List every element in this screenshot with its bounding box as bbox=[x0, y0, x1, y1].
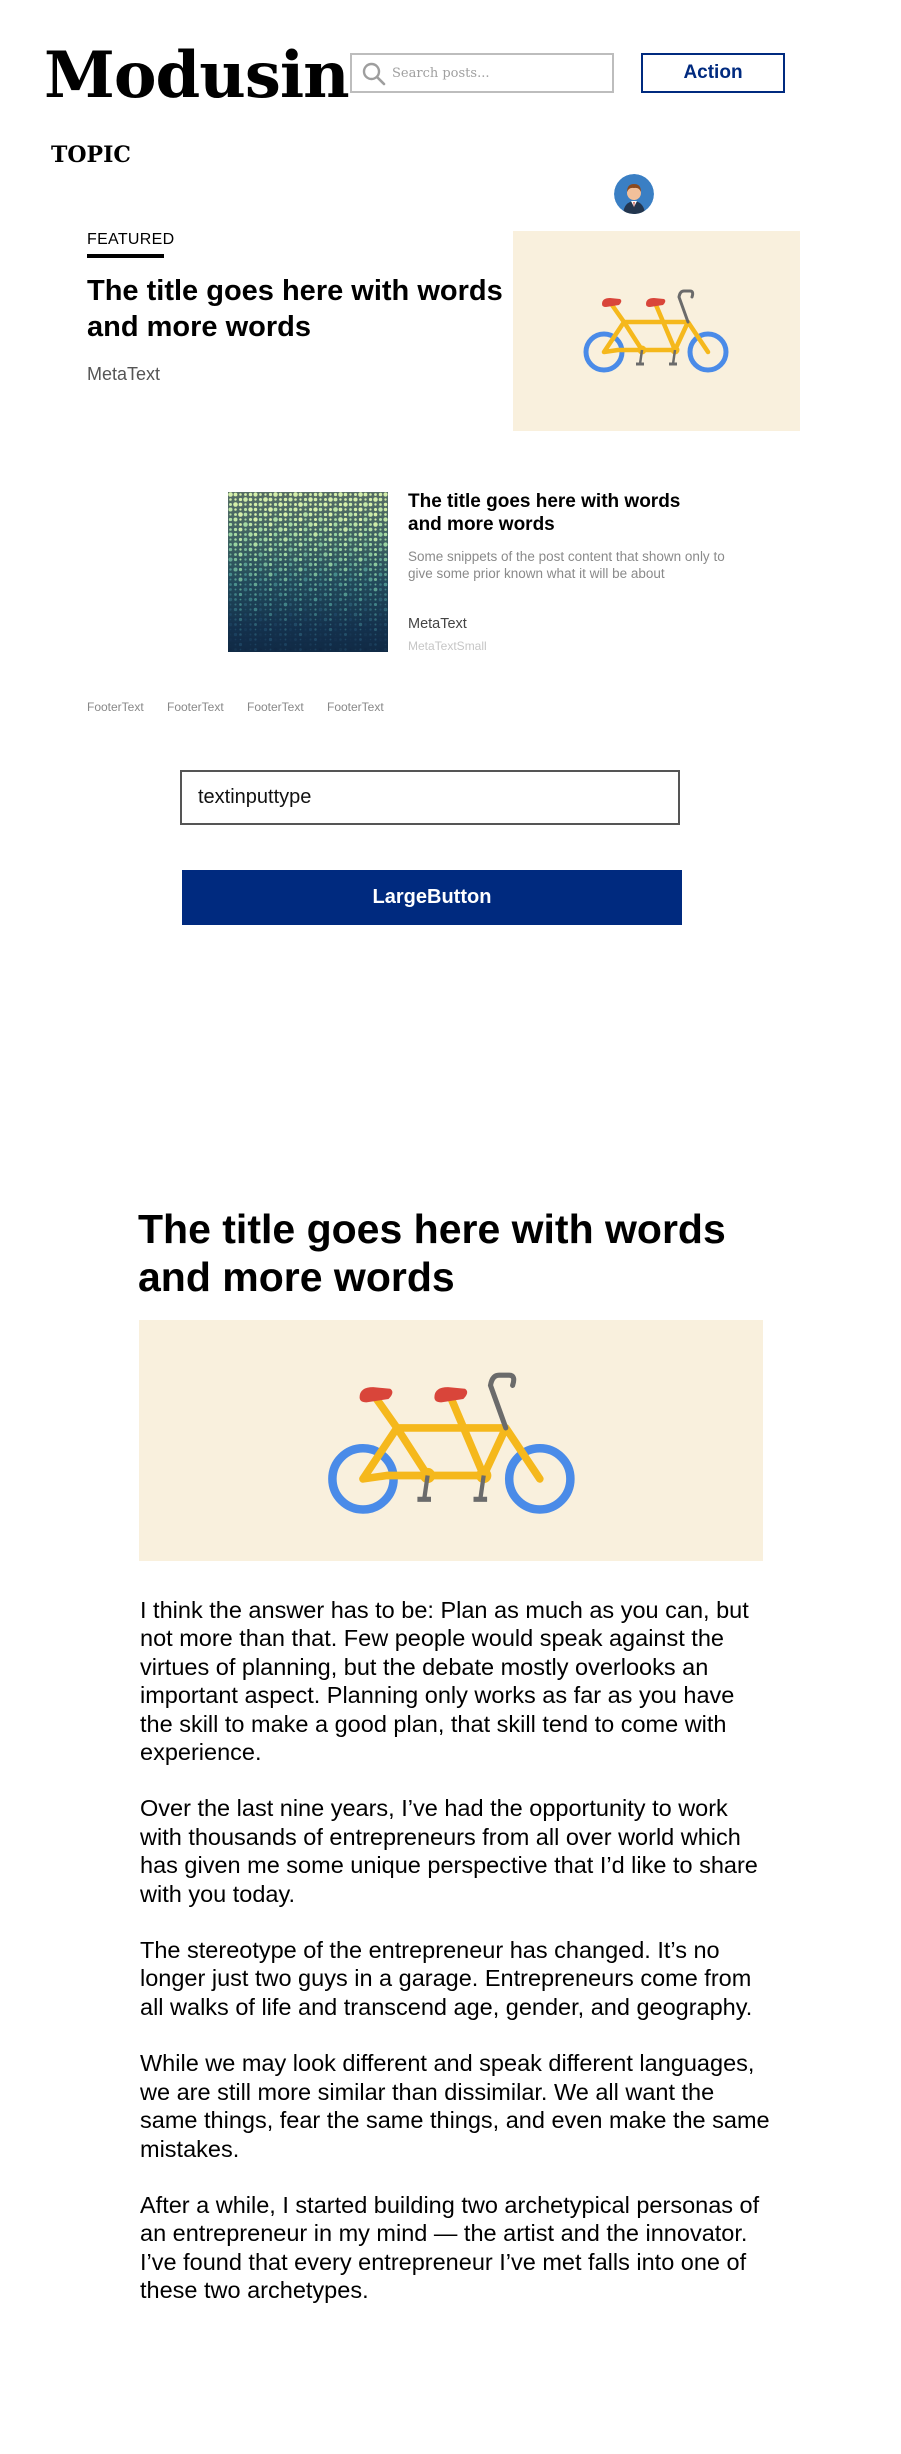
dot-gradient-thumbnail bbox=[228, 492, 388, 652]
text-input[interactable] bbox=[180, 770, 680, 825]
footer-link[interactable]: FooterText bbox=[327, 700, 384, 715]
footer-link[interactable]: FooterText bbox=[87, 700, 144, 715]
article-paragraph: Over the last nine years, I’ve had the o… bbox=[140, 1795, 758, 1907]
featured-meta: MetaText bbox=[87, 364, 161, 384]
footer-link[interactable]: FooterText bbox=[247, 700, 304, 715]
avatar[interactable] bbox=[614, 174, 654, 214]
article-paragraph: I think the answer has to be: Plan as mu… bbox=[140, 1597, 749, 1766]
article-paragraph: After a while, I started building two ar… bbox=[140, 2191, 760, 2304]
card-meta: MetaText bbox=[408, 616, 467, 632]
featured-image[interactable] bbox=[513, 231, 800, 431]
card-thumbnail[interactable] bbox=[228, 492, 388, 652]
action-button[interactable]: Action bbox=[641, 53, 785, 93]
featured-title[interactable]: The title goes here with words and more … bbox=[87, 273, 507, 345]
article-hero-image bbox=[139, 1320, 763, 1561]
avatar-image bbox=[614, 174, 654, 214]
article-paragraph: While we may look different and speak di… bbox=[140, 2050, 770, 2162]
search-input[interactable] bbox=[392, 55, 610, 91]
article-paragraph: The stereotype of the entrepreneur has c… bbox=[140, 1937, 753, 2020]
featured-label: FEATURED bbox=[87, 231, 175, 248]
card-title[interactable]: The title goes here with words and more … bbox=[408, 490, 708, 536]
tandem-bicycle-illustration bbox=[583, 289, 729, 373]
card-snippet: Some snippets of the post content that s… bbox=[408, 549, 725, 581]
article-title: The title goes here with words and more … bbox=[138, 1206, 726, 1300]
large-button[interactable]: LargeButton bbox=[182, 870, 682, 925]
tandem-bicycle-illustration bbox=[328, 1372, 575, 1514]
featured-underline bbox=[87, 254, 164, 258]
article-body: I think the answer has to be: Plan as mu… bbox=[140, 1596, 770, 2333]
card-meta-small: MetaTextSmall bbox=[408, 639, 487, 653]
site-logo[interactable]: Modusin bbox=[44, 34, 350, 118]
topic-heading: TOPIC bbox=[51, 142, 131, 168]
footer-link[interactable]: FooterText bbox=[167, 700, 224, 715]
search-icon bbox=[362, 62, 386, 86]
search-box[interactable] bbox=[350, 53, 614, 93]
